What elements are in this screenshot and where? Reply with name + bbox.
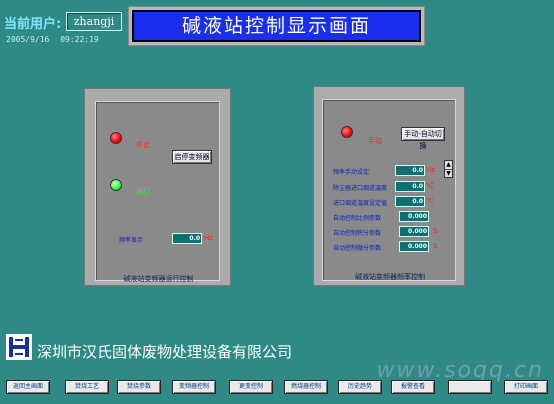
- row-unit: Hz: [426, 166, 435, 174]
- nav-button-change-control[interactable]: 更变控制: [229, 380, 273, 394]
- spin-down-icon[interactable]: ▼: [445, 170, 452, 178]
- company-logo-icon: [6, 334, 32, 360]
- nav-button-inverter-control[interactable]: 变频器控制: [172, 380, 216, 394]
- freq-display-value: 0.0: [172, 233, 202, 244]
- current-user-field: zhangji: [66, 12, 122, 31]
- freq-control-inner: 手动 手动-自动切换 ▲ ▼ 频率手动设定 0.0 Hz 除尘器进口烟道温度 0…: [322, 99, 456, 281]
- row-label: 自动控制积分参数: [333, 230, 382, 237]
- stop-lamp-icon: [110, 132, 122, 144]
- row-value[interactable]: 0.000: [399, 241, 429, 252]
- freq-control-panel: 手动 手动-自动切换 ▲ ▼ 频率手动设定 0.0 Hz 除尘器进口烟道温度 0…: [313, 86, 465, 286]
- stop-label: 停止: [136, 141, 150, 149]
- manual-lamp-icon: [341, 126, 353, 138]
- row-unit: S: [433, 227, 438, 235]
- run-control-inner: 停止 启停变频器 运行 频率显示 0.0 Hz 碱液站变频器运行控制: [95, 101, 220, 283]
- run-control-caption: 碱液站变频器运行控制: [123, 275, 194, 283]
- run-label: 运行: [136, 187, 150, 195]
- run-control-panel: 停止 启停变频器 运行 频率显示 0.0 Hz 碱液站变频器运行控制: [84, 88, 231, 286]
- company-name: 深圳市汉氏固体废物处理设备有限公司: [37, 343, 293, 361]
- nav-button-history-trend[interactable]: 历史趋势: [338, 380, 382, 394]
- row-label: 自动控制微分参数: [333, 245, 382, 252]
- start-stop-inverter-button[interactable]: 启停变频器: [172, 150, 212, 164]
- row-label: 自动控制比例参数: [333, 215, 382, 222]
- nav-button-incineration-process[interactable]: 焚烧工艺: [65, 380, 109, 394]
- row-value[interactable]: 0.0: [395, 165, 425, 176]
- nav-button-print[interactable]: 打印画面: [504, 380, 548, 394]
- row-label: 进口烟道温度设定值: [333, 200, 388, 207]
- current-user-label: 当前用户:: [4, 17, 62, 32]
- date-text: 2005/9/16: [6, 35, 50, 44]
- nav-button-alarm-view[interactable]: 报警查看: [391, 380, 435, 394]
- row-value: 0.0: [395, 181, 425, 192]
- nav-button-incineration-params[interactable]: 焚烧参数: [117, 380, 161, 394]
- row-value[interactable]: 0.0: [395, 196, 425, 207]
- row-label: 频率手动设定: [333, 169, 370, 176]
- freq-spinner[interactable]: ▲ ▼: [444, 160, 453, 178]
- freq-display-label: 频率显示: [119, 237, 144, 244]
- row-unit: ℃: [426, 197, 434, 205]
- freq-display-unit: Hz: [204, 234, 213, 242]
- row-value[interactable]: 0.000: [399, 211, 429, 222]
- row-label: 除尘器进口烟道温度: [333, 185, 388, 192]
- nav-button-blank[interactable]: [448, 380, 492, 394]
- row-unit: ℃: [426, 182, 434, 190]
- nav-button-home[interactable]: 返回主画面: [6, 380, 50, 394]
- page-title: 碱液站控制显示画面: [132, 10, 421, 42]
- datetime: 2005/9/16 09:22:19: [6, 35, 105, 44]
- title-frame: 碱液站控制显示画面: [128, 6, 425, 46]
- manual-auto-switch-button[interactable]: 手动-自动切换: [401, 127, 445, 150]
- run-lamp-icon: [110, 179, 122, 191]
- manual-label: 手动: [368, 137, 382, 145]
- nav-button-burner-control[interactable]: 燃烧器控制: [284, 380, 328, 394]
- row-unit: S: [433, 242, 438, 250]
- spin-up-icon[interactable]: ▲: [445, 161, 452, 170]
- row-value[interactable]: 0.000: [399, 226, 429, 237]
- freq-control-caption: 碱液站变频器频率控制: [355, 273, 425, 281]
- time-text: 09:22:19: [60, 35, 99, 44]
